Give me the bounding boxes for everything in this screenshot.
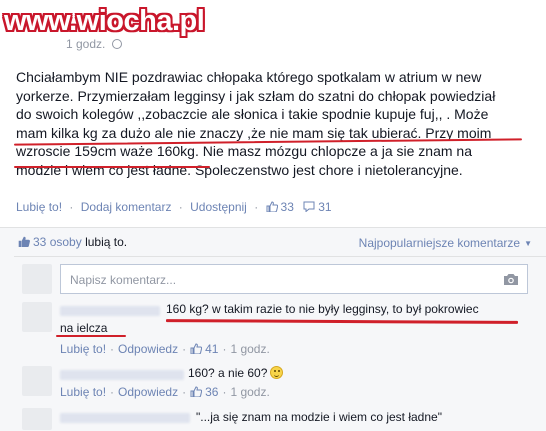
reply-link[interactable]: Odpowiedz <box>118 385 178 399</box>
timestamp-text: 1 godz. <box>66 37 106 51</box>
likes-summary: 33 osoby lubią to. <box>18 235 127 249</box>
likes-count-link[interactable]: 33 osoby <box>33 235 82 249</box>
comment-text: 160 kg? w takim razie to nie były leggin… <box>166 302 479 316</box>
separator: · <box>110 342 115 356</box>
post-text: Chciałambym NIE pozdrawiac chłopaka któr… <box>16 68 532 180</box>
smiley-icon <box>270 366 284 379</box>
comment-like-count[interactable]: 36 <box>205 385 218 399</box>
comment-bubble-icon[interactable] <box>303 201 315 212</box>
sort-label: Najpopularniejsze komentarze <box>358 236 521 250</box>
caret-down-icon: ▼ <box>524 239 532 248</box>
globe-icon <box>111 39 122 49</box>
reply-link[interactable]: Odpowiedz <box>118 342 178 356</box>
commenter-avatar[interactable] <box>22 366 52 396</box>
commenter-avatar[interactable] <box>22 408 52 430</box>
likes-suffix: lubią to. <box>85 235 128 249</box>
comment-text: "...ja się znam na modzie i wiem co jest… <box>196 410 442 424</box>
thumbs-up-icon[interactable] <box>266 201 278 212</box>
comment-text: 160? a nie 60? <box>188 366 284 380</box>
add-comment-link[interactable]: Dodaj komentarz <box>81 200 172 214</box>
separator: · <box>182 342 187 356</box>
separator: · <box>254 200 259 214</box>
separator: · <box>182 385 187 399</box>
separator: · <box>178 200 183 214</box>
like-link[interactable]: Lubię to! <box>16 200 62 214</box>
post-timestamp[interactable]: 1 godz. <box>66 37 122 51</box>
comment-like-count[interactable]: 41 <box>205 342 218 356</box>
comment-input[interactable]: Napisz komentarz... <box>60 264 528 294</box>
post-line: Chciałambym NIE pozdrawiac chłopaka któr… <box>16 69 482 85</box>
comment-time[interactable]: 1 godz. <box>230 342 269 356</box>
commenter-name[interactable] <box>60 306 160 316</box>
thumbs-up-icon <box>18 236 30 247</box>
separator: · <box>69 200 74 214</box>
likes-count: 33 <box>33 235 47 249</box>
separator: · <box>110 385 115 399</box>
likes-text: osoby <box>49 235 82 249</box>
commenter-name[interactable] <box>60 370 184 380</box>
share-link[interactable]: Udostępnij <box>190 200 247 214</box>
comment-text-content: 160? a nie 60? <box>188 366 268 380</box>
comment-like-link[interactable]: Lubię to! <box>60 342 106 356</box>
post-comment-count[interactable]: 31 <box>318 200 331 214</box>
post-line: yorkerze. Przymierzałam legginsy i jak s… <box>16 87 496 104</box>
divider <box>14 256 546 257</box>
separator: · <box>222 385 227 399</box>
comment-text: na ielcza <box>60 321 108 335</box>
comment-placeholder: Napisz komentarz... <box>70 273 177 287</box>
post-actions: Lubię to! · Dodaj komentarz · Udostępnij… <box>16 200 332 214</box>
post-like-count[interactable]: 33 <box>281 200 294 214</box>
comment-like-link[interactable]: Lubię to! <box>60 385 106 399</box>
commenter-avatar[interactable] <box>22 302 52 332</box>
comment-time[interactable]: 1 godz. <box>230 385 269 399</box>
post-line: do swoich kolegów ,,zobaczcie ale słonic… <box>16 106 489 123</box>
sort-dropdown[interactable]: Najpopularniejsze komentarze ▼ <box>359 236 532 250</box>
camera-icon[interactable] <box>503 273 519 286</box>
separator: · <box>222 342 227 356</box>
highlight-underline <box>14 166 210 168</box>
watermark-logo: www.wiocha.pl <box>4 5 205 37</box>
user-avatar <box>22 264 52 294</box>
post-line: wzroscie 159cm waże 160kg. Nie masz mózg… <box>16 143 472 160</box>
commenter-name[interactable] <box>60 413 190 423</box>
comment-meta: Lubię to! · Odpowiedz · 41 · 1 godz. <box>60 342 270 356</box>
thumbs-up-icon[interactable] <box>190 343 203 354</box>
comment-meta: Lubię to! · Odpowiedz · 36 · 1 godz. <box>60 385 270 399</box>
highlight-underline <box>56 335 126 337</box>
thumbs-up-icon[interactable] <box>190 386 203 397</box>
post-line: modzie i wiem co jest ładne. Spoleczenst… <box>16 161 463 178</box>
